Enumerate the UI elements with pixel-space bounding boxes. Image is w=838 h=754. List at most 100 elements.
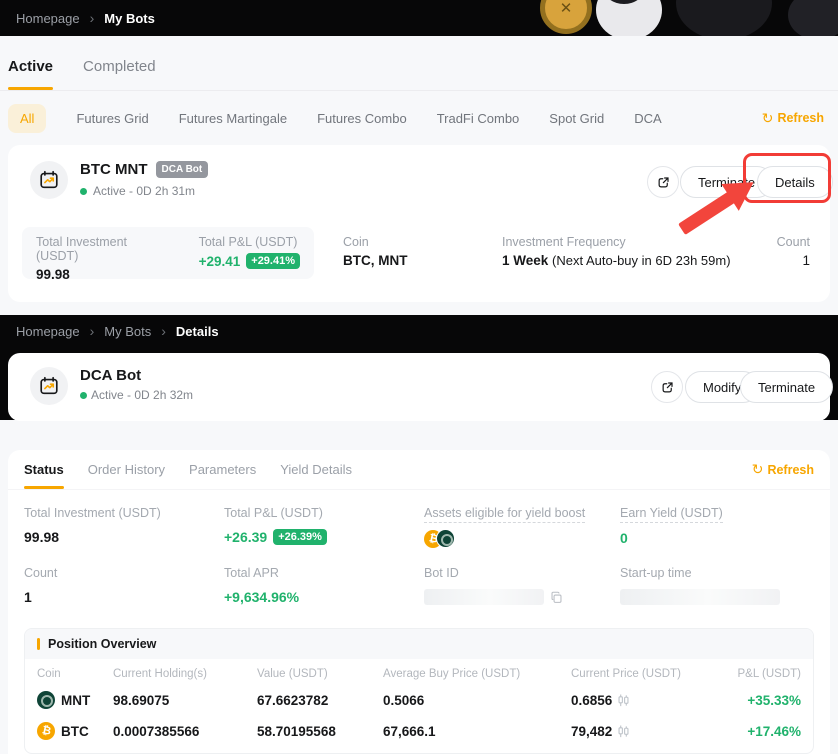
total-pnl-label: Total P&L (USDT) — [199, 235, 300, 249]
bot-card-btc-mnt: BTC MNT DCA Bot Active - 0D 2h 31m Termi… — [8, 145, 830, 302]
avg-buy-price: 0.5066 — [383, 693, 571, 708]
value-usdt: 67.6623782 — [257, 693, 383, 708]
breadcrumb: Homepage › My Bots — [0, 0, 838, 36]
count-value: 1 — [24, 588, 224, 606]
refresh-icon: ↻ — [752, 461, 764, 478]
total-apr-stat: Total APR +9,634.96% — [224, 564, 424, 606]
current-price: 79,482 — [571, 724, 612, 739]
investment-frequency-label: Investment Frequency — [502, 235, 731, 249]
bot-card-header: BTC MNT DCA Bot Active - 0D 2h 31m — [30, 161, 208, 199]
share-button[interactable] — [651, 371, 683, 403]
position-overview-header: Position Overview — [25, 629, 813, 659]
count-stat: Count 1 — [24, 564, 224, 606]
total-investment-stat: Total Investment (USDT) 99.98 — [24, 504, 224, 548]
total-pnl-value: +29.41 — [199, 254, 241, 269]
col-coin: Coin — [37, 668, 113, 680]
tab-yield-details[interactable]: Yield Details — [280, 450, 352, 489]
refresh-button[interactable]: ↻ Refresh — [762, 110, 824, 127]
pnl-percent: +35.33% — [731, 693, 801, 708]
filter-futures-martingale[interactable]: Futures Martingale — [179, 111, 287, 126]
details-content-card: Status Order History Parameters Yield De… — [8, 450, 830, 754]
total-investment-value: 99.98 — [36, 267, 161, 282]
filter-spot-grid[interactable]: Spot Grid — [549, 111, 604, 126]
total-investment-label: Total Investment (USDT) — [36, 235, 161, 263]
table-row-mnt: MNT 98.69075 67.6623782 0.5066 0.6856 +3… — [25, 680, 813, 711]
bot-id-label: Bot ID — [424, 566, 459, 580]
dca-bot-header-card: DCA Bot Active - 0D 2h 32m Modify Termin… — [8, 353, 830, 421]
col-current-price: Current Price (USDT) — [571, 668, 731, 680]
tab-order-history-label: Order History — [88, 462, 165, 477]
refresh-label: Refresh — [777, 111, 824, 125]
current-price: 0.6856 — [571, 693, 612, 708]
bot-state-tabs: Active Completed — [0, 36, 838, 91]
total-pnl-stat: Total P&L (USDT) +29.41 +29.41% — [199, 235, 300, 271]
total-apr-label: Total APR — [224, 566, 279, 580]
terminate-button[interactable]: Terminate — [740, 371, 833, 403]
col-current-holdings: Current Holding(s) — [113, 668, 257, 680]
investment-pnl-panel: Total Investment (USDT) 99.98 Total P&L … — [22, 227, 314, 279]
tab-status[interactable]: Status — [24, 450, 64, 489]
filter-futures-grid[interactable]: Futures Grid — [76, 111, 148, 126]
breadcrumb-homepage[interactable]: Homepage — [16, 324, 80, 339]
status-dot — [80, 392, 87, 399]
breadcrumb-homepage[interactable]: Homepage — [16, 11, 80, 26]
mnt-coin-icon — [37, 691, 55, 709]
total-pnl-percent-badge: +26.39% — [273, 529, 327, 545]
value-usdt: 58.70195568 — [257, 724, 383, 739]
frequency-note: (Next Auto-buy in 6D 23h 59m) — [552, 253, 730, 268]
active-tab-underline — [24, 486, 64, 489]
breadcrumb-details: Details — [176, 324, 219, 339]
tab-order-history[interactable]: Order History — [88, 450, 165, 489]
refresh-button[interactable]: ↻ Refresh — [752, 461, 814, 478]
bot-name: BTC MNT — [80, 161, 148, 178]
breadcrumb: Homepage › My Bots › Details — [0, 315, 838, 347]
dca-bot-icon — [30, 367, 68, 405]
refresh-label: Refresh — [767, 463, 814, 477]
tab-completed[interactable]: Completed — [83, 58, 156, 90]
pnl-percent: +17.46% — [731, 724, 801, 739]
earn-yield-value: 0 — [620, 529, 814, 547]
details-button[interactable]: Details — [757, 166, 833, 198]
bot-type-filters: All Futures Grid Futures Martingale Futu… — [0, 92, 838, 144]
bot-name: DCA Bot — [80, 367, 141, 384]
tab-yield-details-label: Yield Details — [280, 462, 352, 477]
bot-id-redacted — [424, 589, 544, 605]
filter-futures-combo[interactable]: Futures Combo — [317, 111, 407, 126]
position-overview-panel: Position Overview Coin Current Holding(s… — [24, 628, 814, 754]
col-avg-buy-price: Average Buy Price (USDT) — [383, 668, 571, 680]
refresh-icon: ↻ — [762, 110, 774, 127]
kline-chart-icon[interactable] — [617, 694, 630, 707]
holdings-value: 98.69075 — [113, 693, 257, 708]
tab-completed-label: Completed — [83, 58, 156, 75]
table-row-btc: ₿ BTC 0.0007385566 58.70195568 67,666.1 … — [25, 711, 813, 753]
total-pnl-percent-badge: +29.41% — [246, 253, 300, 269]
mnt-coin-icon — [436, 529, 455, 548]
yield-boost-stat: Assets eligible for yield boost ₿ — [424, 504, 620, 548]
count-label: Count — [24, 566, 57, 580]
breadcrumb-my-bots[interactable]: My Bots — [104, 324, 151, 339]
col-pnl: P&L (USDT) — [731, 668, 801, 680]
btc-coin-icon: ₿ — [37, 722, 55, 740]
col-value: Value (USDT) — [257, 668, 383, 680]
bot-status-text: Active - 0D 2h 31m — [93, 184, 195, 198]
earn-yield-stat: Earn Yield (USDT) 0 — [620, 504, 814, 548]
total-pnl-label: Total P&L (USDT) — [224, 506, 323, 520]
top-banner: ✕ Homepage › My Bots — [0, 0, 838, 36]
filter-tradfi-combo[interactable]: TradFi Combo — [437, 111, 520, 126]
bot-card-header: DCA Bot Active - 0D 2h 32m — [30, 367, 193, 405]
tab-parameters[interactable]: Parameters — [189, 450, 256, 489]
breadcrumb-my-bots: My Bots — [104, 11, 155, 26]
tab-status-label: Status — [24, 462, 64, 477]
avg-buy-price: 67,666.1 — [383, 724, 571, 739]
kline-chart-icon[interactable] — [617, 725, 630, 738]
section-accent-bar — [37, 638, 40, 650]
tab-active-label: Active — [8, 58, 53, 75]
position-table-header: Coin Current Holding(s) Value (USDT) Ave… — [25, 659, 813, 680]
filter-dca[interactable]: DCA — [634, 111, 661, 126]
filter-all[interactable]: All — [8, 104, 46, 133]
tab-active[interactable]: Active — [8, 58, 53, 90]
share-button[interactable] — [647, 166, 679, 198]
count-label: Count — [777, 235, 810, 249]
startup-time-label: Start-up time — [620, 566, 692, 580]
copy-icon[interactable] — [550, 591, 563, 604]
